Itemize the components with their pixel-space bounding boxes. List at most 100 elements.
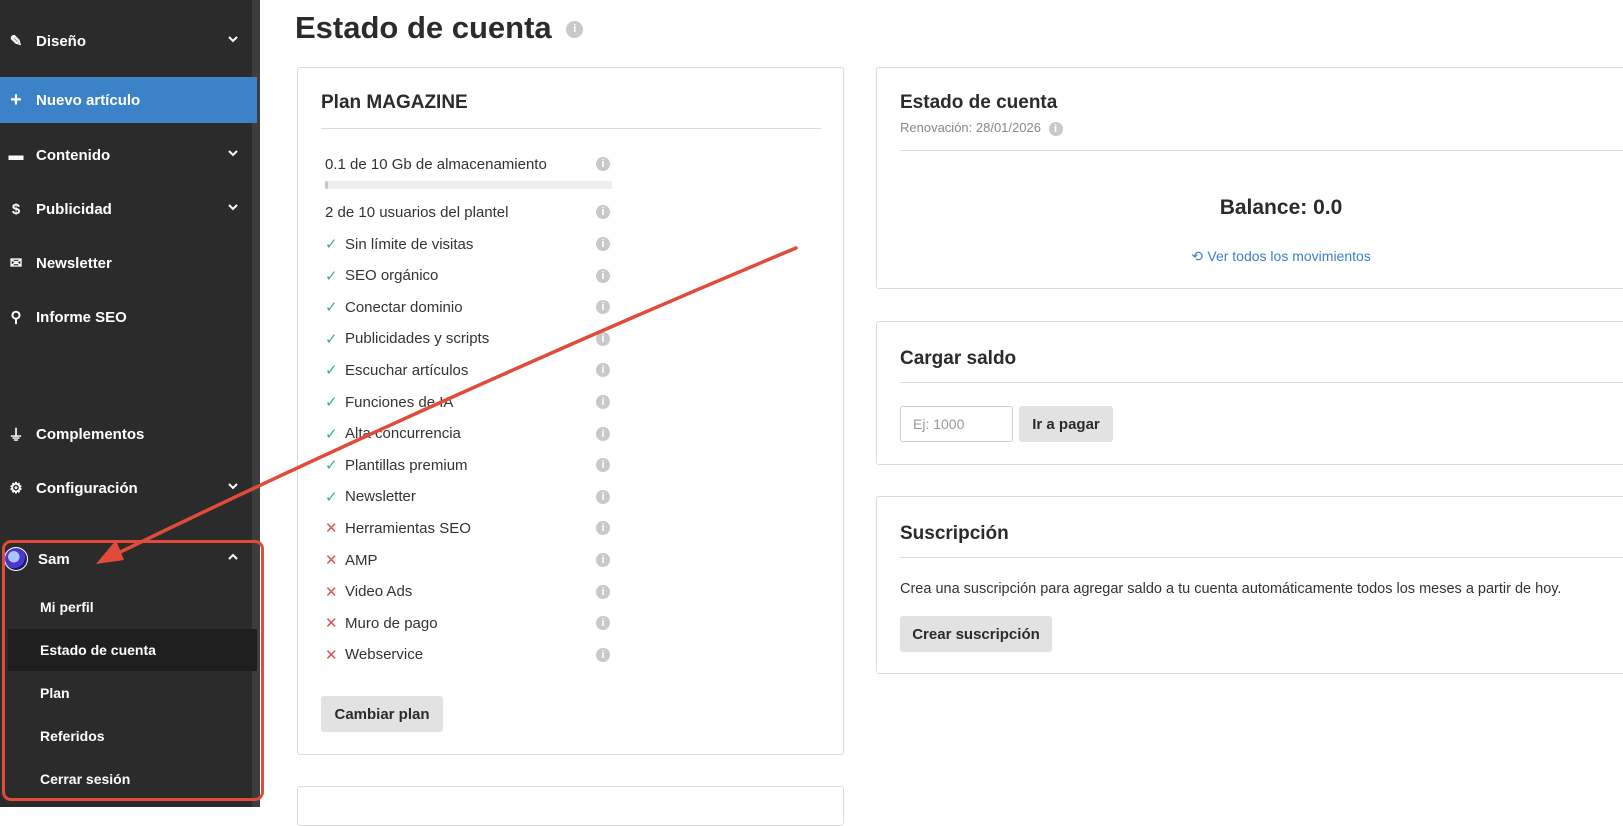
subscription-title: Suscripción (900, 523, 1009, 544)
feature-row: ✓ Escuchar artículos i (325, 359, 610, 381)
info-icon[interactable]: i (596, 331, 610, 346)
feature-row: ✓ Publicidades y scripts i (325, 328, 610, 350)
sidebar: ✎ Diseño + Nuevo artículo ▬ Contenido $ … (0, 0, 264, 807)
page-title-text: Estado de cuenta (295, 10, 552, 45)
feature-row: ✓ SEO orgánico i (325, 265, 610, 287)
feature-row: ✕ AMP i (325, 549, 610, 571)
sidebar-item-label: Contenido (36, 146, 111, 164)
history-icon: ⟲ (1191, 248, 1203, 264)
cross-icon: ✕ (325, 646, 338, 664)
renewal-row: Renovación: 28/01/2026 i (900, 120, 1063, 136)
envelope-icon: ✉ (9, 255, 23, 272)
chevron-down-icon (227, 32, 239, 49)
users-label: 2 de 10 usuarios del plantel (325, 203, 509, 221)
cross-icon: ✕ (325, 520, 338, 538)
check-icon: ✓ (325, 330, 338, 348)
feature-label: Conectar dominio (345, 298, 463, 316)
info-icon[interactable]: i (596, 205, 610, 219)
divider (900, 150, 1623, 151)
feature-row: ✕ Video Ads i (325, 581, 610, 603)
info-icon[interactable]: i (596, 157, 610, 171)
sidebar-item-configuracion[interactable]: ⚙ Configuración (0, 465, 257, 511)
feature-label: Escuchar artículos (345, 361, 469, 379)
feature-label: Funciones de IA (345, 393, 454, 411)
feature-label: AMP (345, 551, 378, 569)
new-article-label: Nuevo artículo (36, 91, 141, 109)
dollar-icon: $ (11, 200, 21, 218)
chevron-down-icon (227, 479, 239, 496)
feature-row: ✓ Alta concurrencia i (325, 423, 610, 445)
account-title: Estado de cuenta (900, 92, 1058, 113)
check-icon: ✓ (325, 362, 338, 380)
info-icon[interactable]: i (596, 426, 610, 441)
search-icon: ⚲ (10, 309, 22, 326)
feature-row: ✓ Conectar dominio i (325, 296, 610, 318)
check-icon: ✓ (325, 267, 338, 285)
bottom-card (297, 786, 844, 826)
feature-label: Newsletter (345, 488, 416, 506)
check-icon: ✓ (325, 236, 338, 253)
info-icon[interactable]: i (596, 395, 610, 409)
gears-icon: ⚙ (9, 480, 23, 497)
divider (900, 382, 1623, 383)
cross-icon: ✕ (325, 552, 338, 569)
feature-row: ✕ Herramientas SEO i (325, 517, 610, 539)
check-icon: ✓ (325, 394, 338, 411)
check-icon: ✓ (325, 488, 338, 506)
feature-row: ✓ Funciones de IA i (325, 391, 610, 413)
change-plan-button[interactable]: Cambiar plan (321, 696, 443, 732)
movements-link[interactable]: Ver todos los movimientos (1207, 248, 1370, 264)
pay-button[interactable]: Ir a pagar (1019, 406, 1113, 442)
feature-row: ✕ Muro de pago i (325, 612, 610, 634)
sidebar-item-diseno[interactable]: ✎ Diseño (0, 18, 257, 64)
topup-title: Cargar saldo (900, 348, 1017, 369)
cross-icon: ✕ (325, 583, 338, 601)
feature-label: Sin límite de visitas (345, 235, 474, 253)
info-icon[interactable]: i (596, 647, 610, 662)
feature-row: ✓ Newsletter i (325, 486, 610, 508)
users-row: 2 de 10 usuarios del plantel i (325, 201, 610, 223)
divider (321, 128, 821, 129)
feature-row: ✕ Webservice i (325, 644, 610, 666)
feature-label: SEO orgánico (345, 267, 439, 285)
feature-row: ✓ Sin límite de visitas i (325, 233, 610, 255)
plus-icon: + (10, 88, 22, 111)
sidebar-item-informe-seo[interactable]: ⚲ Informe SEO (0, 294, 257, 340)
info-icon[interactable]: i (596, 363, 610, 378)
plan-card: Plan MAGAZINE 0.1 de 10 Gb de almacenami… (297, 67, 844, 755)
info-icon[interactable]: i (596, 489, 610, 504)
amount-input[interactable] (900, 406, 1013, 442)
annotation-highlight-box (2, 540, 264, 801)
info-icon[interactable]: i (596, 521, 610, 536)
account-card: Estado de cuenta Renovación: 28/01/2026 … (876, 67, 1623, 289)
page-title: Estado de cuenta i (295, 10, 584, 46)
feature-label: Plantillas premium (345, 456, 468, 474)
info-icon[interactable]: i (566, 21, 584, 39)
new-article-button[interactable]: + Nuevo artículo (0, 77, 257, 123)
sidebar-item-complementos[interactable]: ⏚ Complementos (0, 411, 257, 457)
sidebar-item-newsletter[interactable]: ✉ Newsletter (0, 240, 257, 286)
subscription-card: Suscripción Crea una suscripción para ag… (876, 496, 1623, 674)
sidebar-item-label: Publicidad (36, 200, 112, 218)
plug-icon: ⏚ (8, 426, 24, 444)
renewal-text: Renovación: 28/01/2026 (900, 120, 1041, 135)
info-icon[interactable]: i (1048, 121, 1063, 136)
info-icon[interactable]: i (596, 268, 610, 283)
storage-label: 0.1 de 10 Gb de almacenamiento (325, 155, 547, 173)
info-icon[interactable]: i (596, 237, 610, 251)
create-subscription-button[interactable]: Crear suscripción (900, 616, 1052, 652)
feature-label: Muro de pago (345, 614, 438, 632)
storage-progress-fill (325, 181, 328, 189)
sidebar-item-label: Newsletter (36, 254, 112, 272)
sidebar-item-contenido[interactable]: ▬ Contenido (0, 132, 257, 178)
info-icon[interactable]: i (596, 553, 610, 567)
sidebar-item-publicidad[interactable]: $ Publicidad (0, 186, 257, 232)
divider (900, 557, 1623, 558)
info-icon[interactable]: i (596, 300, 610, 315)
info-icon[interactable]: i (596, 616, 610, 631)
feature-label: Video Ads (345, 583, 413, 601)
info-icon[interactable]: i (596, 584, 610, 599)
topup-card: Cargar saldo Ir a pagar (876, 321, 1623, 465)
info-icon[interactable]: i (596, 458, 610, 473)
balance-text: Balance: 0.0 (1219, 196, 1343, 219)
